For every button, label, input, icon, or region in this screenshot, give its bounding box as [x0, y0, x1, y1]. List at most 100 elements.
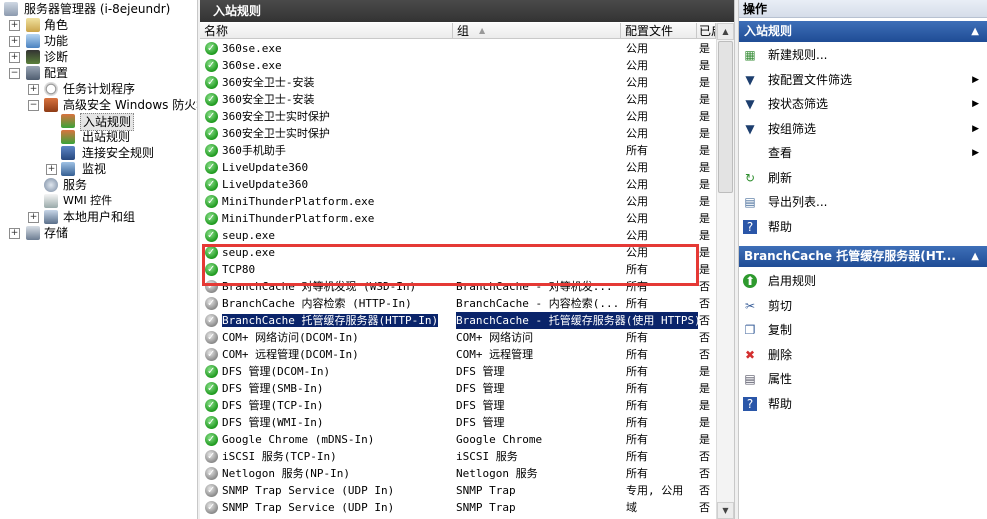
action-item[interactable]: ✂ 剪切 [739, 295, 987, 317]
vertical-scrollbar[interactable]: ▲ ▼ [716, 23, 734, 519]
scroll-up-icon[interactable]: ▲ [717, 23, 734, 40]
rule-name: Google Chrome (mDNS-In) [222, 433, 375, 446]
table-row[interactable]: SNMP Trap Service (UDP In) SNMP Trap 专用, 公… [200, 482, 716, 499]
table-row[interactable]: LiveUpdate360 公用 是 [200, 159, 716, 176]
expand-icon[interactable]: + [9, 228, 20, 239]
tree-item-configuration[interactable]: − 配置 [0, 65, 197, 81]
rule-profile: 所有 [626, 416, 648, 429]
rule-enabled: 否 [699, 467, 710, 480]
rule-name: TCP80 [222, 263, 256, 276]
tree-item-storage[interactable]: + 存储 [0, 225, 197, 241]
actions-section-inbound-rules[interactable]: 入站规则 ▲ [739, 21, 987, 42]
table-row[interactable]: BranchCache 内容检索 (HTTP-In) BranchCache - … [200, 295, 716, 312]
sort-ascending-icon: ▲ [479, 26, 486, 35]
tree-item-services[interactable]: 服务 [0, 177, 197, 193]
rule-name: DFS 管理(WMI-In) [222, 416, 324, 429]
table-row[interactable]: LiveUpdate360 公用 是 [200, 176, 716, 193]
scrollbar-thumb[interactable] [718, 41, 733, 193]
column-header-name[interactable]: 名称 [200, 23, 453, 39]
rule-profile: 域 [626, 501, 637, 514]
action-item[interactable]: ✖ 删除 [739, 344, 987, 366]
table-row[interactable]: COM+ 远程管理(DCOM-In) COM+ 远程管理 所有 否 [200, 346, 716, 363]
table-row[interactable]: TCP80 所有 是 [200, 261, 716, 278]
rule-name: 360安全卫士-安装 [222, 93, 315, 106]
action-item[interactable]: ▤ 属性 [739, 368, 987, 390]
new-rule-icon: ▦ [744, 48, 756, 62]
action-item[interactable]: ▼ 按状态筛选 ▶ [739, 93, 987, 115]
expand-icon[interactable]: + [9, 36, 20, 47]
tree-item-wmi-control[interactable]: WMI 控件 [0, 193, 197, 209]
tree-item-firewall[interactable]: − 高级安全 Windows 防火墙 [0, 97, 197, 113]
action-item[interactable]: 查看 ▶ [739, 142, 987, 164]
expand-icon[interactable]: + [9, 52, 20, 63]
tree-item-connection-security[interactable]: 连接安全规则 [0, 145, 197, 161]
action-item[interactable]: ? 帮助 [739, 216, 987, 238]
table-row[interactable]: DFS 管理(SMB-In) DFS 管理 所有 是 [200, 380, 716, 397]
action-item[interactable]: ↻ 刷新 [739, 167, 987, 189]
collapse-section-icon[interactable]: ▲ [971, 21, 979, 42]
table-row[interactable]: Google Chrome (mDNS-In) Google Chrome 所有 是 [200, 431, 716, 448]
rule-enabled: 是 [699, 144, 710, 157]
expand-icon[interactable]: + [28, 84, 39, 95]
table-row[interactable]: Netlogon 服务(NP-In) Netlogon 服务 所有 否 [200, 465, 716, 482]
table-row[interactable]: 360se.exe 公用 是 [200, 57, 716, 74]
table-row[interactable]: 360安全卫士-安装 公用 是 [200, 74, 716, 91]
table-row[interactable]: BranchCache 对等机发现 (WSD-In) BranchCache - … [200, 278, 716, 295]
tree-item-task-scheduler[interactable]: + 任务计划程序 [0, 81, 197, 97]
table-row[interactable]: 360se.exe 公用 是 [200, 40, 716, 57]
filter-icon: ▼ [745, 72, 755, 87]
table-row[interactable]: SNMP Trap Service (UDP In) SNMP Trap 域 否 [200, 499, 716, 516]
table-row[interactable]: iSCSI 服务(TCP-In) iSCSI 服务 所有 否 [200, 448, 716, 465]
collapse-section-icon[interactable]: ▲ [971, 246, 979, 267]
action-item[interactable]: ▼ 按组筛选 ▶ [739, 118, 987, 140]
actions-section-selected-rule[interactable]: BranchCache 托管缓存服务器(HT... ▲ [739, 246, 987, 267]
table-row[interactable]: 360手机助手 所有 是 [200, 142, 716, 159]
roles-icon [26, 18, 40, 32]
table-row[interactable]: DFS 管理(TCP-In) DFS 管理 所有 是 [200, 397, 716, 414]
disabled-rule-icon [205, 348, 218, 361]
table-row[interactable]: COM+ 网络访问(DCOM-In) COM+ 网络访问 所有 否 [200, 329, 716, 346]
table-row[interactable]: 360安全卫士实时保护 公用 是 [200, 108, 716, 125]
rule-group: COM+ 远程管理 [456, 348, 534, 361]
action-item[interactable]: ? 帮助 [739, 393, 987, 415]
action-item[interactable]: ⬆ 启用规则 [739, 270, 987, 292]
tree-item-monitoring[interactable]: + 监视 [0, 161, 197, 177]
column-header-enabled[interactable]: 已启用 [697, 23, 716, 39]
tree-item-diagnostics[interactable]: + 诊断 [0, 49, 197, 65]
tree-item-inbound-rules[interactable]: 入站规则 [0, 113, 197, 131]
action-item[interactable]: ▼ 按配置文件筛选 ▶ [739, 69, 987, 91]
rule-enabled: 否 [699, 314, 710, 327]
table-row[interactable]: MiniThunderPlatform.exe 公用 是 [200, 210, 716, 227]
collapse-icon[interactable]: − [9, 68, 20, 79]
disabled-rule-icon [205, 484, 218, 497]
table-row[interactable]: DFS 管理(WMI-In) DFS 管理 所有 是 [200, 414, 716, 431]
actions-title: 操作 [739, 0, 987, 18]
rule-profile: 所有 [626, 399, 648, 412]
column-header-profile[interactable]: 配置文件 [621, 23, 697, 39]
action-item[interactable]: ❐ 复制 [739, 319, 987, 341]
table-row[interactable]: seup.exe 公用 是 [200, 227, 716, 244]
table-row[interactable]: 360安全卫士实时保护 公用 是 [200, 125, 716, 142]
table-row[interactable]: MiniThunderPlatform.exe 公用 是 [200, 193, 716, 210]
rule-profile: 公用 [626, 93, 648, 106]
rule-name: 360se.exe [222, 59, 282, 72]
rule-enabled: 否 [699, 348, 710, 361]
table-row[interactable]: BranchCache 托管缓存服务器(HTTP-In) BranchCache … [200, 312, 716, 329]
expand-icon[interactable]: + [46, 164, 57, 175]
scroll-down-icon[interactable]: ▼ [717, 502, 734, 519]
table-row[interactable]: DFS 管理(DCOM-In) DFS 管理 所有 是 [200, 363, 716, 380]
action-item[interactable]: ▤ 导出列表... [739, 191, 987, 213]
table-row[interactable]: 360安全卫士-安装 公用 是 [200, 91, 716, 108]
tree-item-roles[interactable]: + 角色 [0, 17, 197, 33]
rule-profile: 公用 [626, 110, 648, 123]
column-header-group[interactable]: 组 ▲ [453, 23, 621, 39]
tree-item-outbound-rules[interactable]: 出站规则 [0, 129, 197, 145]
table-row[interactable]: seup.exe 公用 是 [200, 244, 716, 261]
expand-icon[interactable]: + [28, 212, 39, 223]
action-item[interactable]: ▦ 新建规则... [739, 44, 987, 66]
expand-icon[interactable]: + [9, 20, 20, 31]
tree-item-features[interactable]: + 功能 [0, 33, 197, 49]
tree-item-local-users[interactable]: + 本地用户和组 [0, 209, 197, 225]
collapse-icon[interactable]: − [28, 100, 39, 111]
rule-name: seup.exe [222, 246, 275, 259]
